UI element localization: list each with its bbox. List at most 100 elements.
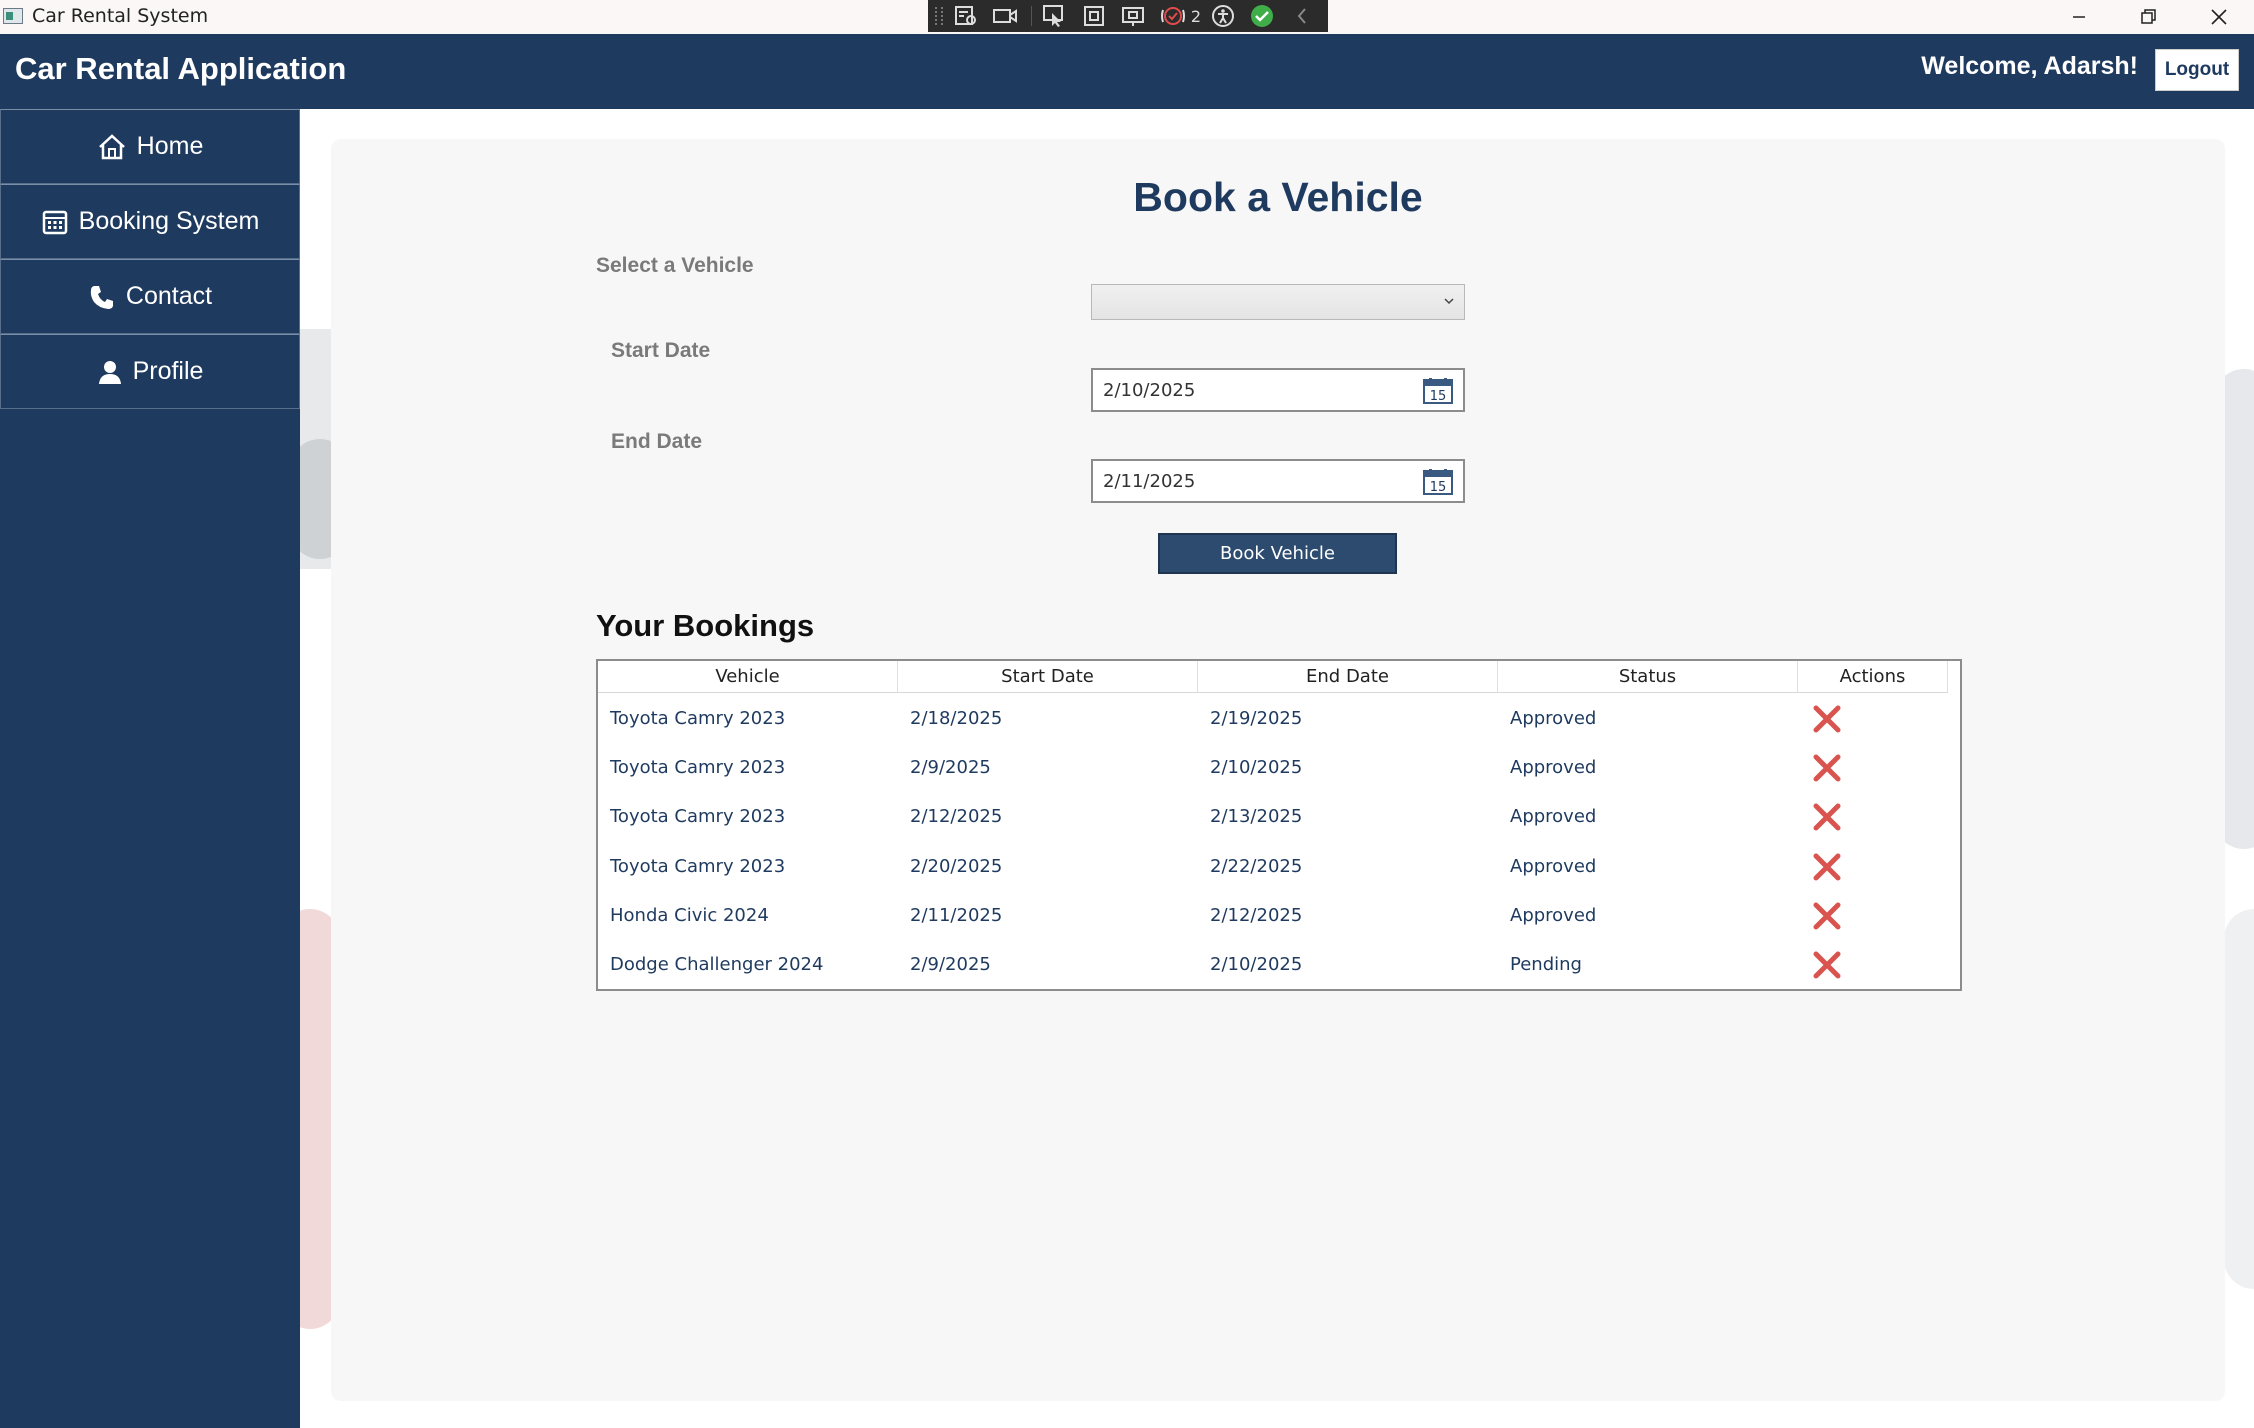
welcome-message: Welcome, Adarsh! [1921, 52, 2138, 80]
actions-cell [1798, 940, 1948, 989]
status-cell: Approved [1510, 856, 1597, 877]
start-date-cell: 2/12/2025 [910, 806, 1003, 827]
restore-icon[interactable] [2114, 0, 2184, 34]
actions-cell [1798, 842, 1948, 891]
actions-cell [1798, 891, 1948, 940]
status-cell: Approved [1510, 806, 1597, 827]
sidebar-item-contact[interactable]: Contact [0, 259, 300, 334]
end-date-picker[interactable]: 2/11/2025 15 [1091, 459, 1465, 503]
start-date-picker[interactable]: 2/10/2025 15 [1091, 368, 1465, 412]
actions-cell [1798, 743, 1948, 792]
status-cell: Approved [1510, 708, 1597, 729]
minimize-icon[interactable] [2044, 0, 2114, 34]
table-header: Vehicle Start Date End Date Status Actio… [598, 661, 1948, 693]
table-row[interactable]: Toyota Camry 2023 2/20/2025 2/22/2025 Ap… [598, 842, 1948, 891]
accessibility-icon[interactable] [1209, 2, 1237, 30]
actions-cell [1798, 694, 1948, 743]
end-date-label: End Date [611, 430, 703, 453]
actions-cell [1798, 792, 1948, 841]
end-date-value: 2/11/2025 [1103, 471, 1196, 492]
app-name: Car Rental Application [15, 51, 347, 86]
end-date-cell: 2/19/2025 [1210, 708, 1303, 729]
column-header-start-date[interactable]: Start Date [898, 661, 1198, 693]
delete-booking-icon[interactable] [1812, 704, 1842, 734]
app-window-icon [3, 8, 23, 24]
live-visual-tree-icon[interactable] [952, 2, 980, 30]
status-cell: Approved [1510, 757, 1597, 778]
binding-failures-icon[interactable] [1159, 2, 1187, 30]
binding-failures-count: 2 [1190, 6, 1202, 26]
calendar-icon[interactable]: 15 [1423, 378, 1453, 404]
vehicle-select[interactable] [1091, 284, 1465, 320]
start-date-value: 2/10/2025 [1103, 380, 1196, 401]
xaml-debug-toolbar: 2 [928, 0, 1328, 32]
column-header-vehicle[interactable]: Vehicle [598, 661, 898, 693]
delete-booking-icon[interactable] [1812, 852, 1842, 882]
end-date-cell: 2/13/2025 [1210, 806, 1303, 827]
delete-booking-icon[interactable] [1812, 901, 1842, 931]
sidebar-item-label: Contact [125, 282, 213, 310]
svg-text:15: 15 [1430, 480, 1447, 495]
display-layout-adorners-icon[interactable] [1080, 2, 1108, 30]
select-element-icon[interactable] [1040, 2, 1068, 30]
window-titlebar: Car Rental System 2 [0, 0, 2254, 35]
collapse-toolbar-icon[interactable] [1288, 2, 1316, 30]
sidebar-item-label: Profile [132, 357, 204, 385]
logout-button[interactable]: Logout [2155, 49, 2239, 91]
table-row[interactable]: Dodge Challenger 2024 2/9/2025 2/10/2025… [598, 940, 1948, 989]
end-date-cell: 2/10/2025 [1210, 954, 1303, 975]
end-date-cell: 2/12/2025 [1210, 905, 1303, 926]
delete-booking-icon[interactable] [1812, 753, 1842, 783]
sidebar-item-home[interactable]: Home [0, 109, 300, 184]
home-icon [98, 133, 125, 159]
phone-icon [90, 285, 113, 309]
status-cell: Approved [1510, 905, 1597, 926]
sidebar-item-profile[interactable]: Profile [0, 334, 300, 409]
booking-panel: Book a Vehicle Select a Vehicle Start Da… [331, 139, 2225, 1401]
window-title: Car Rental System [32, 5, 209, 27]
delete-booking-icon[interactable] [1812, 802, 1842, 832]
end-date-cell: 2/22/2025 [1210, 856, 1303, 877]
table-row[interactable]: Toyota Camry 2023 2/18/2025 2/19/2025 Ap… [598, 694, 1948, 743]
chevron-down-icon [1444, 298, 1454, 305]
table-row[interactable]: Toyota Camry 2023 2/9/2025 2/10/2025 App… [598, 743, 1948, 792]
sidebar-item-booking-system[interactable]: Booking System [0, 184, 300, 259]
vehicle-cell: Honda Civic 2024 [610, 905, 769, 926]
delete-booking-icon[interactable] [1812, 950, 1842, 980]
sidebar: Home Booking System Contact Profile [0, 109, 300, 1428]
page-title: Book a Vehicle [1133, 174, 1423, 220]
vehicle-label: Select a Vehicle [596, 254, 754, 277]
vehicle-cell: Toyota Camry 2023 [610, 806, 786, 827]
start-date-cell: 2/9/2025 [910, 954, 991, 975]
vehicle-cell: Dodge Challenger 2024 [610, 954, 824, 975]
start-date-cell: 2/11/2025 [910, 905, 1003, 926]
table-row[interactable]: Toyota Camry 2023 2/12/2025 2/13/2025 Ap… [598, 792, 1948, 841]
track-focus-icon[interactable] [1120, 2, 1148, 30]
start-date-label: Start Date [611, 339, 711, 362]
start-date-cell: 2/18/2025 [910, 708, 1003, 729]
vehicle-cell: Toyota Camry 2023 [610, 856, 786, 877]
column-header-actions[interactable]: Actions [1798, 661, 1948, 693]
calendar-icon[interactable]: 15 [1423, 469, 1453, 495]
start-date-cell: 2/20/2025 [910, 856, 1003, 877]
sidebar-item-label: Booking System [78, 207, 260, 235]
calendar-icon [42, 210, 67, 234]
start-date-cell: 2/9/2025 [910, 757, 991, 778]
status-cell: Pending [1510, 954, 1582, 975]
book-vehicle-button[interactable]: Book Vehicle [1158, 533, 1397, 574]
svg-text:15: 15 [1430, 389, 1447, 404]
toolbar-grip-icon[interactable] [935, 7, 943, 25]
hot-reload-status-icon[interactable] [1249, 2, 1277, 30]
bookings-table: Vehicle Start Date End Date Status Actio… [596, 659, 1962, 991]
sidebar-item-label: Home [136, 132, 204, 160]
user-icon [98, 360, 121, 384]
close-icon[interactable] [2184, 0, 2254, 34]
vehicle-cell: Toyota Camry 2023 [610, 708, 786, 729]
camera-icon[interactable] [992, 2, 1020, 30]
table-row[interactable]: Honda Civic 2024 2/11/2025 2/12/2025 App… [598, 891, 1948, 940]
column-header-status[interactable]: Status [1498, 661, 1798, 693]
end-date-cell: 2/10/2025 [1210, 757, 1303, 778]
app-header: Car Rental Application Welcome, Adarsh! … [0, 34, 2254, 109]
column-header-end-date[interactable]: End Date [1198, 661, 1498, 693]
bookings-title: Your Bookings [596, 608, 815, 643]
